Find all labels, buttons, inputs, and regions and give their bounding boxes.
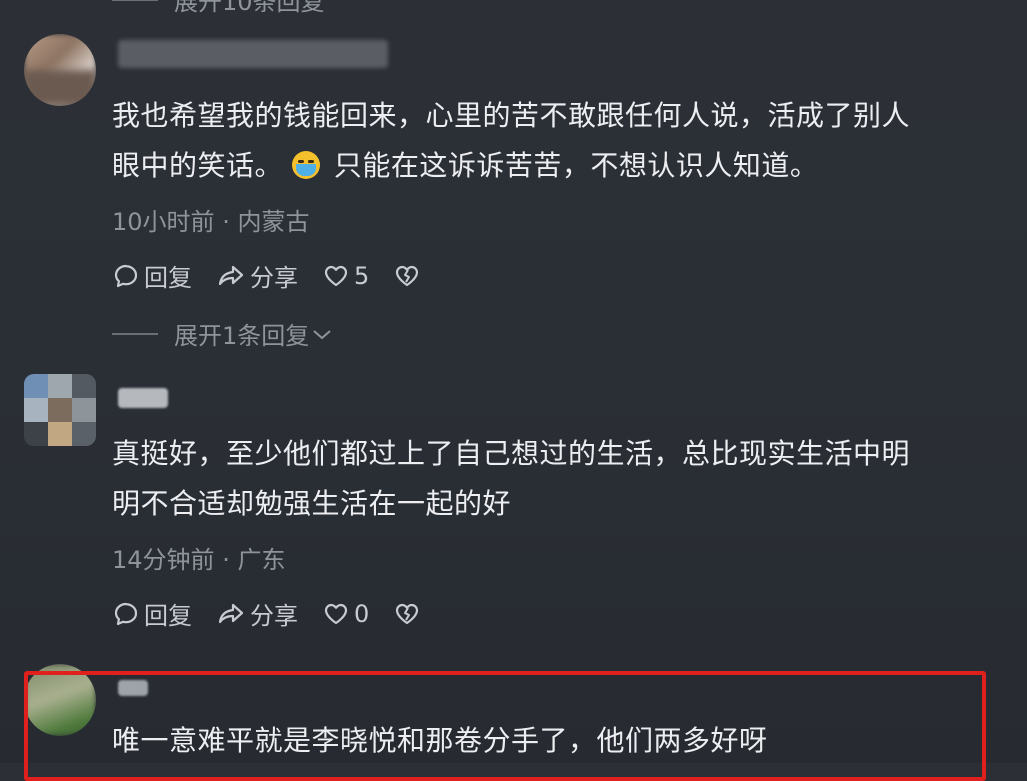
speech-bubble-icon <box>114 602 138 625</box>
broken-heart-icon <box>396 265 419 286</box>
comment-text-line: 我也希望我的钱能回来，心里的苦不敢跟任何人说，活成了别人 <box>112 99 911 132</box>
share-arrow-icon <box>218 603 244 623</box>
chevron-down-icon <box>313 329 331 339</box>
share-button[interactable]: 分享 <box>216 596 298 631</box>
avatar[interactable] <box>24 374 96 446</box>
comment-meta: 14分钟前 · 广东 <box>112 546 286 574</box>
comment-meta: 10小时前 · 内蒙古 <box>112 208 310 236</box>
crying-face-icon <box>292 151 321 179</box>
blurred-username <box>118 388 168 408</box>
comment-text-line: 唯一意难平就是李晓悦和那卷分手了，他们两多好呀 <box>112 724 768 757</box>
like-count: 5 <box>354 261 370 290</box>
blurred-username <box>118 40 388 68</box>
heart-icon <box>324 265 348 286</box>
divider-dash <box>112 0 158 1</box>
expand-replies-link[interactable]: 展开1条回复 <box>112 316 333 351</box>
divider-dash <box>112 332 158 335</box>
comment-text-line: 真挺好，至少他们都过上了自己想过的生活，总比现实生活中明 <box>112 437 911 470</box>
avatar[interactable] <box>24 34 96 106</box>
comment-location: 广东 <box>237 546 286 574</box>
like-button[interactable]: 5 <box>322 262 369 290</box>
comment-location: 内蒙古 <box>237 208 310 236</box>
comment-text-line: 明不合适却勉强生活在一起的好 <box>112 487 512 520</box>
heart-icon <box>324 603 348 624</box>
comment-text-line: 眼中的笑话。 只能在这诉诉苦苦，不想认识人知道。 <box>112 149 819 182</box>
comment-actions: 回复 分享 5 <box>112 258 449 293</box>
comment-actions: 回复 分享 0 <box>112 596 449 631</box>
like-count: 0 <box>354 599 370 628</box>
dislike-button[interactable] <box>393 600 425 628</box>
reply-button[interactable]: 回复 <box>112 596 192 631</box>
share-arrow-icon <box>218 265 244 285</box>
share-button[interactable]: 分享 <box>216 258 298 293</box>
expand-replies-link-top[interactable]: 展开10条回复 <box>112 0 325 17</box>
comment-time: 14分钟前 <box>112 546 215 574</box>
dislike-button[interactable] <box>393 262 425 290</box>
comment-time: 10小时前 <box>112 208 215 236</box>
broken-heart-icon <box>396 603 419 624</box>
speech-bubble-icon <box>114 264 138 287</box>
reply-button[interactable]: 回复 <box>112 258 192 293</box>
like-button[interactable]: 0 <box>322 600 369 628</box>
